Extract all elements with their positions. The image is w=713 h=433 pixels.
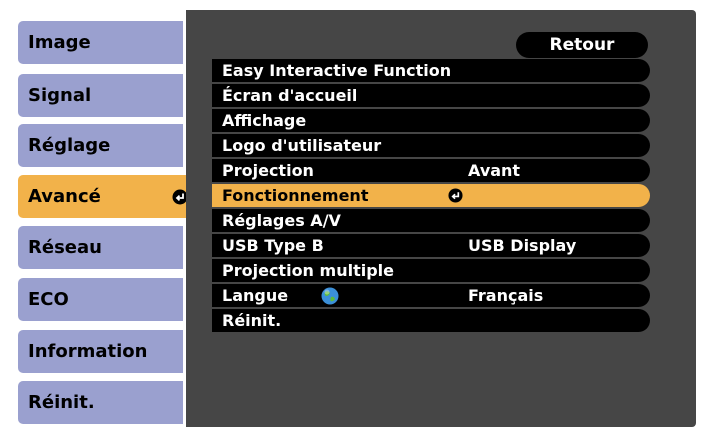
- menu-item-value: Avant: [468, 161, 521, 180]
- menu-item-label: Fonctionnement: [222, 186, 369, 205]
- sidebar-item-label: Avancé: [28, 186, 101, 207]
- menu-item-label: Langue: [222, 286, 289, 305]
- menu-item-value: USB Display: [468, 236, 577, 255]
- menu-item-label: Projection: [222, 161, 314, 180]
- menu-item-label: Réglages A/V: [222, 211, 341, 230]
- sidebar-item-reseau[interactable]: Réseau: [18, 226, 183, 269]
- sidebar-item-image[interactable]: Image: [18, 21, 183, 64]
- menu-item-projection[interactable]: Projection Avant: [212, 159, 650, 182]
- menu-item-label: Écran d'accueil: [222, 86, 358, 105]
- sidebar-item-label: Réglage: [28, 135, 111, 156]
- sidebar-item-label: ECO: [28, 289, 69, 310]
- sidebar-item-avance[interactable]: Avancé: [18, 175, 198, 218]
- sidebar-item-information[interactable]: Information: [18, 330, 183, 373]
- menu-item-label: Easy Interactive Function: [222, 61, 452, 80]
- sidebar-item-eco[interactable]: ECO: [18, 278, 183, 321]
- menu-item-logo-utilisateur[interactable]: Logo d'utilisateur: [212, 134, 650, 157]
- menu-item-affichage[interactable]: Affichage: [212, 109, 650, 132]
- menu-item-fonctionnement[interactable]: Fonctionnement: [212, 184, 650, 207]
- globe-icon: [321, 287, 339, 305]
- back-button-label: Retour: [549, 35, 615, 55]
- menu-item-projection-multiple[interactable]: Projection multiple: [212, 259, 650, 282]
- sidebar-item-reinit[interactable]: Réinit.: [18, 381, 183, 424]
- menu-item-langue[interactable]: Langue Français: [212, 284, 650, 307]
- menu-item-label: Affichage: [222, 111, 307, 130]
- menu-item-reglages-av[interactable]: Réglages A/V: [212, 209, 650, 232]
- menu-item-label: USB Type B: [222, 236, 324, 255]
- sidebar-item-label: Réinit.: [28, 392, 95, 413]
- enter-icon: [448, 188, 463, 203]
- menu-item-ecran-accueil[interactable]: Écran d'accueil: [212, 84, 650, 107]
- menu-item-label: Logo d'utilisateur: [222, 136, 382, 155]
- sidebar-item-label: Image: [28, 32, 91, 53]
- sidebar-item-label: Information: [28, 341, 148, 362]
- sidebar-item-signal[interactable]: Signal: [18, 74, 183, 117]
- sidebar-item-label: Signal: [28, 85, 92, 106]
- back-button[interactable]: Retour: [516, 32, 648, 58]
- menu-item-reinit[interactable]: Réinit.: [212, 309, 650, 332]
- menu-item-usb-type-b[interactable]: USB Type B USB Display: [212, 234, 650, 257]
- projector-menu: Image Signal Réglage Avancé Réseau ECO I…: [0, 0, 713, 433]
- sidebar-item-label: Réseau: [28, 237, 102, 258]
- menu-item-label: Projection multiple: [222, 261, 394, 280]
- menu-item-label: Réinit.: [222, 311, 282, 330]
- menu-item-value: Français: [468, 286, 544, 305]
- sidebar-item-reglage[interactable]: Réglage: [18, 124, 183, 167]
- menu-item-easy-interactive-function[interactable]: Easy Interactive Function: [212, 59, 650, 82]
